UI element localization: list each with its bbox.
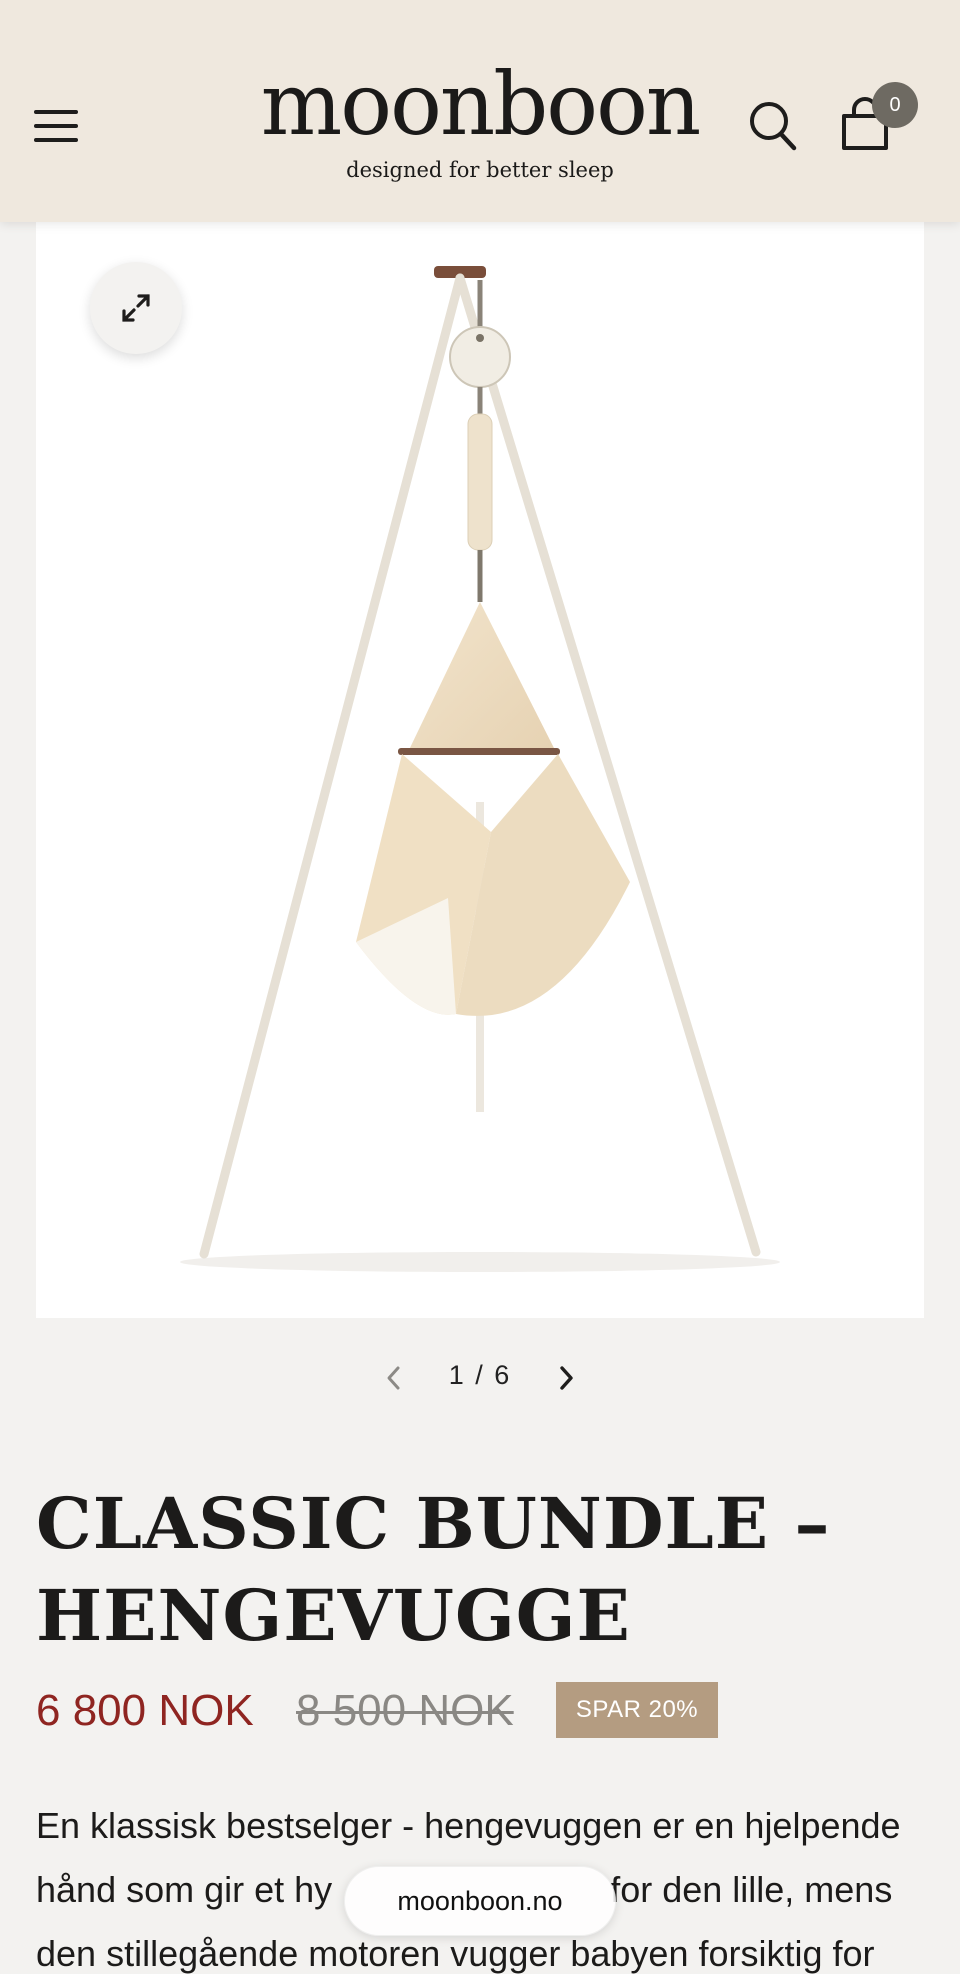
- image-pager: 1 / 6: [0, 1358, 960, 1398]
- browser-address-pill[interactable]: moonboon.no: [344, 1866, 616, 1936]
- logo-tagline: designed for better sleep: [346, 158, 614, 182]
- pager-counter: 1 / 6: [448, 1360, 512, 1390]
- description-line: En klassisk bestselger - hengevuggen er …: [36, 1805, 901, 1846]
- logo-wordmark: moonboon: [260, 55, 701, 155]
- product-title-line-1: CLASSIC BUNDLE –: [36, 1482, 831, 1565]
- chevron-left-icon[interactable]: [380, 1362, 408, 1394]
- hanging-cradle-illustration: [180, 266, 780, 1272]
- price-row: 6 800 NOK 8 500 NOK SPAR 20%: [36, 1682, 926, 1738]
- description-fragment: hånd som gir et hy: [36, 1869, 333, 1910]
- product-title: CLASSIC BUNDLE – HENGEVUGGE: [36, 1478, 926, 1662]
- product-image[interactable]: [36, 222, 924, 1318]
- expand-icon: [122, 294, 150, 322]
- menu-icon[interactable]: [34, 110, 80, 144]
- expand-image-button[interactable]: [90, 262, 182, 354]
- sale-price: 6 800 NOK: [36, 1686, 254, 1735]
- search-icon[interactable]: [748, 100, 798, 152]
- chevron-right-icon[interactable]: [552, 1362, 580, 1394]
- site-header: moonboon designed for better sleep 0: [0, 0, 960, 222]
- discount-badge: SPAR 20%: [556, 1682, 718, 1738]
- logo[interactable]: moonboon designed for better sleep: [250, 62, 710, 182]
- product-title-line-2: HENGEVUGGE: [36, 1574, 631, 1657]
- description-fragment: for den lille, mens: [610, 1869, 893, 1910]
- original-price: 8 500 NOK: [296, 1686, 514, 1735]
- cart-count-badge[interactable]: 0: [872, 82, 918, 128]
